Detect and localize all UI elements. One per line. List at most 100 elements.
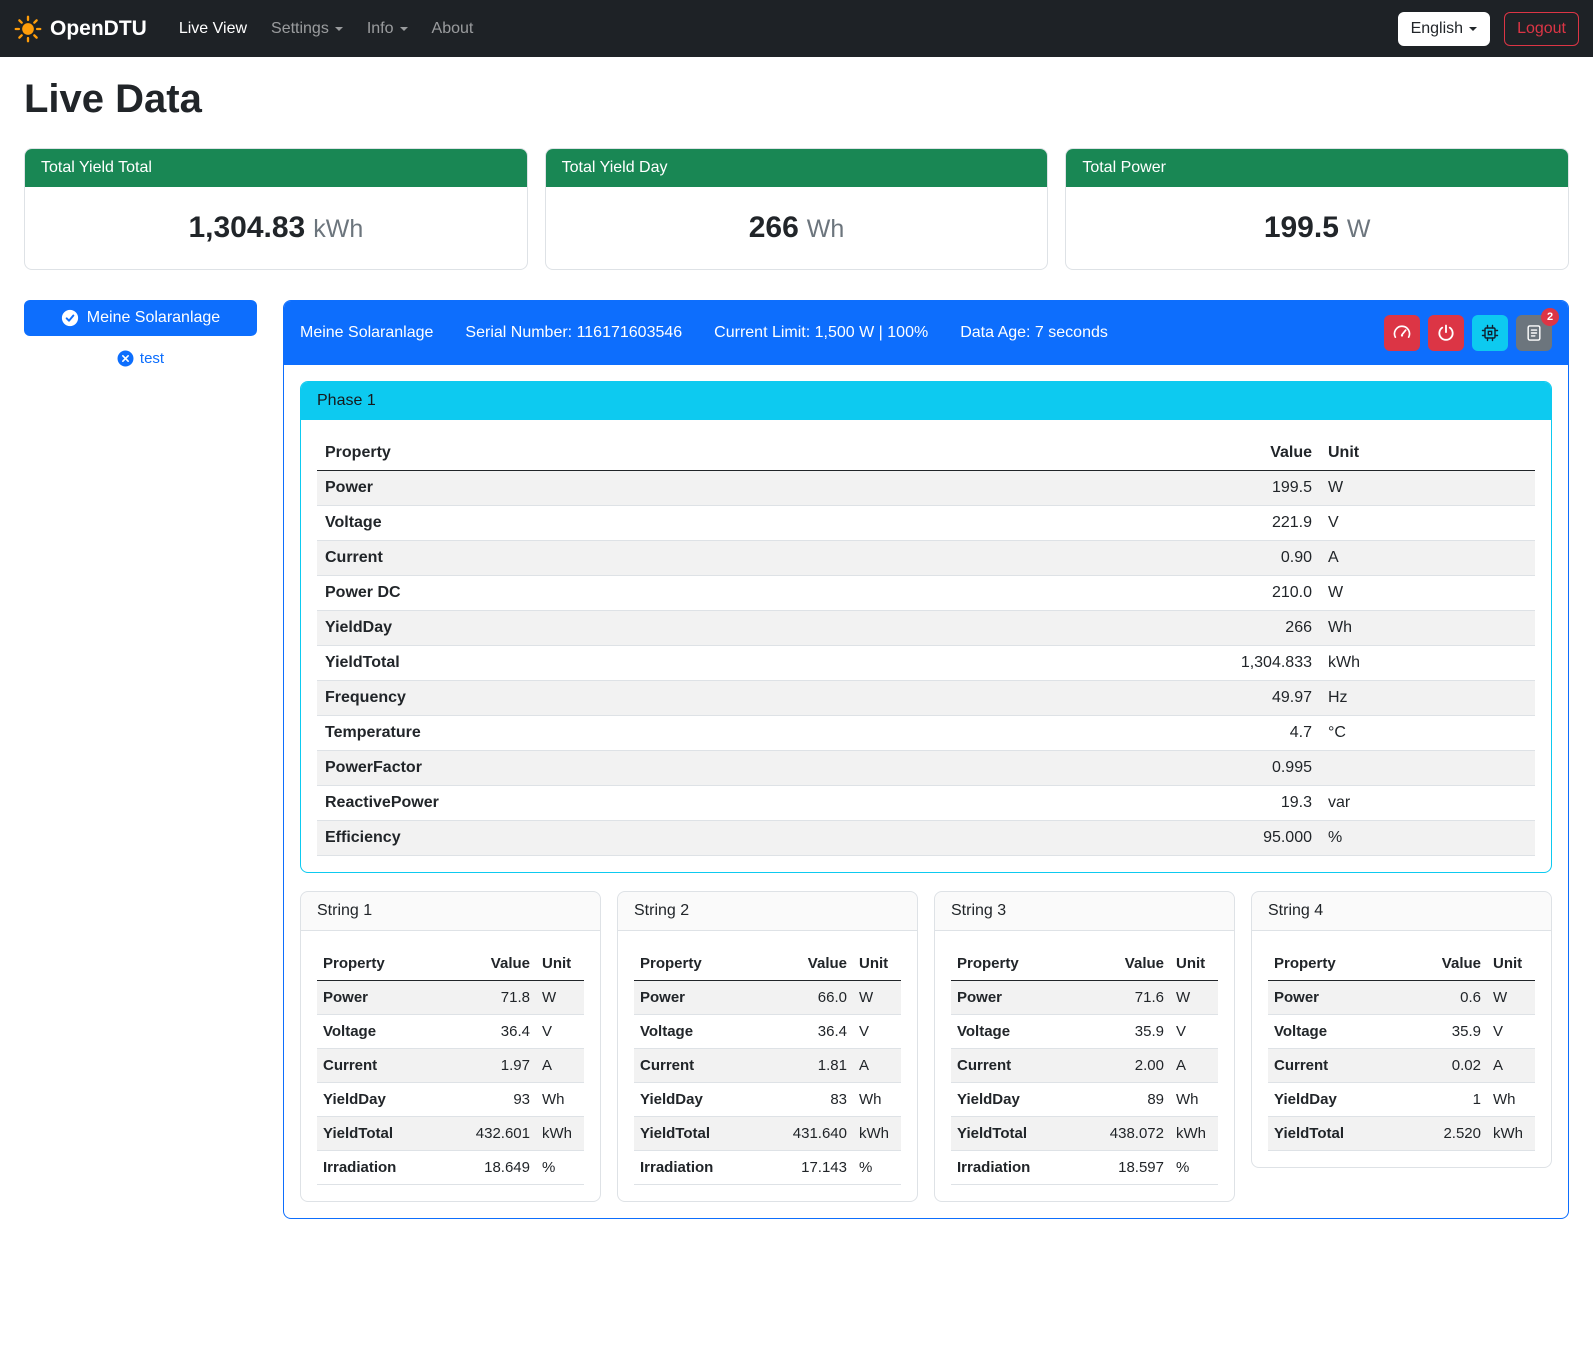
limit-settings-button[interactable] (1384, 315, 1420, 351)
journal-icon (1524, 323, 1544, 343)
unit-cell: V (1487, 1015, 1535, 1049)
unit-cell (1320, 751, 1535, 786)
string-card-body: Property Value Unit Power71.8W Voltage36… (301, 931, 600, 1201)
column-header-value: Value (781, 947, 853, 981)
nav-about[interactable]: About (420, 12, 486, 46)
value-cell: 432.601 (464, 1117, 536, 1151)
page-title: Live Data (24, 77, 1569, 122)
string-table: Property Value Unit Power0.6W Voltage35.… (1268, 947, 1535, 1151)
brand-label: OpenDTU (50, 17, 147, 41)
table-row: Voltage35.9V (1268, 1015, 1535, 1049)
inverter-selector-label: Meine Solaranlage (87, 309, 220, 327)
navbar: OpenDTU Live View Settings Info About En… (0, 0, 1593, 57)
property-cell: Voltage (951, 1015, 1098, 1049)
property-cell: YieldDay (317, 611, 1200, 646)
string-card-4: String 4 Property Value Unit (1251, 891, 1552, 1168)
table-row: Current0.02A (1268, 1049, 1535, 1083)
unit-cell: A (853, 1049, 901, 1083)
value-cell: 210.0 (1200, 576, 1320, 611)
summary-value: 266 (749, 211, 799, 244)
unit-cell: % (1320, 821, 1535, 856)
summary-card-total-yield-total: Total Yield Total 1,304.83kWh (24, 148, 528, 270)
table-row: Power DC210.0W (317, 576, 1535, 611)
property-cell: YieldTotal (951, 1117, 1098, 1151)
unit-cell: % (1170, 1151, 1218, 1185)
table-row: YieldDay89Wh (951, 1083, 1218, 1117)
string-card-title: String 2 (618, 892, 917, 931)
nav-live-view[interactable]: Live View (167, 12, 259, 46)
property-cell: Current (951, 1049, 1098, 1083)
table-row: YieldDay266Wh (317, 611, 1535, 646)
unit-cell: % (853, 1151, 901, 1185)
inverter-selector-meine-solaranlage[interactable]: Meine Solaranlage (24, 300, 257, 336)
unit-cell: °C (1320, 716, 1535, 751)
unit-cell: kWh (1320, 646, 1535, 681)
language-dropdown[interactable]: English (1398, 12, 1490, 46)
property-cell: YieldTotal (1268, 1117, 1415, 1151)
unit-cell: W (1487, 981, 1535, 1015)
value-cell: 0.90 (1200, 541, 1320, 576)
unit-cell: V (536, 1015, 584, 1049)
value-cell: 66.0 (781, 981, 853, 1015)
table-row: Current1.97A (317, 1049, 584, 1083)
summary-value: 1,304.83 (188, 211, 305, 244)
sun-logo-icon (14, 15, 42, 43)
nav-info-dropdown[interactable]: Info (355, 12, 420, 46)
property-cell: YieldDay (1268, 1083, 1415, 1117)
property-cell: Power (951, 981, 1098, 1015)
x-circle-icon (117, 350, 134, 367)
string-card-body: Property Value Unit Power0.6W Voltage35.… (1252, 931, 1551, 1167)
summary-card-body: 266Wh (546, 187, 1048, 269)
unit-cell: A (536, 1049, 584, 1083)
property-cell: YieldDay (634, 1083, 781, 1117)
nav-settings-dropdown[interactable]: Settings (259, 12, 355, 46)
table-row: Power199.5W (317, 471, 1535, 506)
column-header-property: Property (317, 947, 464, 981)
summary-card-title: Total Yield Total (25, 149, 527, 187)
property-cell: Power (1268, 981, 1415, 1015)
string-card-title: String 4 (1252, 892, 1551, 931)
chevron-down-icon (400, 27, 408, 31)
string-table: Property Value Unit Power66.0W Voltage36… (634, 947, 901, 1185)
event-count-badge: 2 (1541, 308, 1559, 326)
unit-cell: A (1320, 541, 1535, 576)
brand[interactable]: OpenDTU (14, 15, 147, 43)
value-cell: 266 (1200, 611, 1320, 646)
unit-cell: W (1320, 576, 1535, 611)
table-row: Power66.0W (634, 981, 901, 1015)
unit-cell: kWh (1170, 1117, 1218, 1151)
table-row: Power71.6W (951, 981, 1218, 1015)
value-cell: 89 (1098, 1083, 1170, 1117)
main-layout: Meine Solaranlage test Meine Solaranlage… (24, 300, 1569, 1219)
phase-card: Phase 1 Property Value Unit (300, 381, 1552, 873)
table-row: YieldDay93Wh (317, 1083, 584, 1117)
power-button[interactable] (1428, 315, 1464, 351)
logout-button[interactable]: Logout (1504, 12, 1579, 46)
unit-cell: A (1487, 1049, 1535, 1083)
summary-card-title: Total Yield Day (546, 149, 1048, 187)
value-cell: 19.3 (1200, 786, 1320, 821)
inverter-selector-test[interactable]: test (24, 350, 257, 367)
value-cell: 438.072 (1098, 1117, 1170, 1151)
column-header-unit: Unit (1170, 947, 1218, 981)
table-row: YieldTotal2.520kWh (1268, 1117, 1535, 1151)
event-log-button[interactable]: 2 (1516, 315, 1552, 351)
device-info-button[interactable] (1472, 315, 1508, 351)
column-header-value: Value (1098, 947, 1170, 981)
string-card-body: Property Value Unit Power71.6W Voltage35… (935, 931, 1234, 1201)
string-card-body: Property Value Unit Power66.0W Voltage36… (618, 931, 917, 1201)
value-cell: 83 (781, 1083, 853, 1117)
table-row: Power71.8W (317, 981, 584, 1015)
property-cell: Voltage (1268, 1015, 1415, 1049)
unit-cell: kWh (1487, 1117, 1535, 1151)
unit-cell: W (853, 981, 901, 1015)
table-header-row: Property Value Unit (317, 436, 1535, 471)
value-cell: 0.6 (1415, 981, 1487, 1015)
value-cell: 0.02 (1415, 1049, 1487, 1083)
table-row: YieldDay1Wh (1268, 1083, 1535, 1117)
column-header-unit: Unit (536, 947, 584, 981)
summary-card-body: 199.5W (1066, 187, 1568, 269)
unit-cell: % (536, 1151, 584, 1185)
value-cell: 221.9 (1200, 506, 1320, 541)
inverter-data-age: Data Age: 7 seconds (960, 324, 1108, 342)
